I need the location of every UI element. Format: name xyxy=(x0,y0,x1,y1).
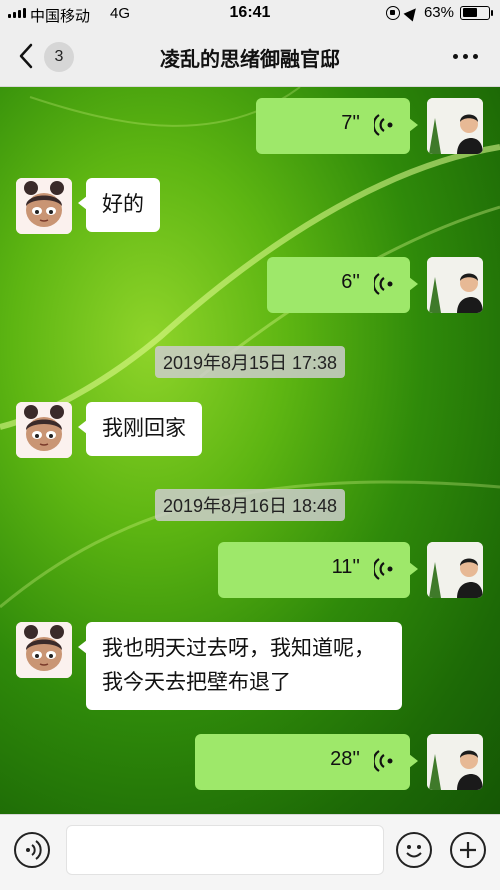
emoji-button[interactable] xyxy=(396,832,432,868)
contact-avatar[interactable] xyxy=(16,402,72,458)
message-text: 我也明天过去呀，我知道呢，我今天去把壁布退了 xyxy=(102,637,375,694)
voice-message-bubble[interactable]: 11'' xyxy=(218,542,418,598)
smile-icon xyxy=(406,845,422,858)
my-avatar[interactable] xyxy=(427,98,483,154)
voice-duration: 6'' xyxy=(341,271,360,293)
unread-count-badge[interactable]: 3 xyxy=(44,42,74,72)
chat-header: 3 凌乱的思绪御融官邸 xyxy=(0,28,500,87)
voice-duration: 11'' xyxy=(331,556,360,578)
chat-history[interactable]: 7'' 好的 6'' 2019年8月15日 17:38 我刚回家 2019年8月… xyxy=(0,87,500,814)
timestamp: 2019年8月15日 17:38 xyxy=(0,346,500,378)
cartoon-girl-avatar-icon xyxy=(16,622,72,678)
contact-avatar[interactable] xyxy=(16,178,72,234)
my-avatar[interactable] xyxy=(427,734,483,790)
voice-wave-icon xyxy=(374,750,393,772)
cartoon-girl-avatar-icon xyxy=(16,178,72,234)
battery-percent: 63% xyxy=(423,4,454,21)
text-message-bubble[interactable]: 我也明天过去呀，我知道呢，我今天去把壁布退了 xyxy=(78,622,402,710)
message-input-bar xyxy=(0,814,500,890)
back-button[interactable] xyxy=(18,43,38,69)
voice-wave-icon xyxy=(374,273,393,295)
battery-icon xyxy=(460,5,493,20)
plus-icon xyxy=(460,842,476,858)
contact-avatar[interactable] xyxy=(16,622,72,678)
voice-message-bubble[interactable]: 6'' xyxy=(267,257,418,313)
text-message-bubble[interactable]: 好的 xyxy=(78,178,160,232)
timestamp-label: 2019年8月15日 17:38 xyxy=(154,346,346,378)
man-avatar-icon xyxy=(427,98,483,154)
my-avatar[interactable] xyxy=(427,542,483,598)
cartoon-girl-avatar-icon xyxy=(16,402,72,458)
voice-duration: 7'' xyxy=(341,112,360,134)
message-text: 我刚回家 xyxy=(102,417,186,440)
voice-message-bubble[interactable]: 7'' xyxy=(256,98,418,154)
location-icon xyxy=(403,4,421,21)
chat-title: 凌乱的思绪御融官邸 xyxy=(160,49,340,71)
chevron-left-icon xyxy=(19,43,33,69)
timestamp-label: 2019年8月16日 18:48 xyxy=(154,489,346,521)
message-input[interactable] xyxy=(66,825,384,875)
my-avatar[interactable] xyxy=(427,257,483,313)
text-message-bubble[interactable]: 我刚回家 xyxy=(78,402,202,456)
voice-message-bubble[interactable]: 28'' xyxy=(195,734,418,790)
rotation-lock-icon xyxy=(385,5,400,20)
voice-wave-icon xyxy=(374,114,393,136)
man-avatar-icon xyxy=(427,734,483,790)
more-options-button[interactable] xyxy=(453,54,478,59)
man-avatar-icon xyxy=(427,257,483,313)
timestamp: 2019年8月16日 18:48 xyxy=(0,489,500,521)
status-bar: 中国移动 4G 16:41 63% xyxy=(0,0,500,28)
voice-duration: 28'' xyxy=(330,748,360,770)
message-text: 好的 xyxy=(102,193,144,216)
voice-wave-icon xyxy=(374,558,393,580)
voice-input-button[interactable] xyxy=(14,832,50,868)
man-avatar-icon xyxy=(427,542,483,598)
voice-mode-icon xyxy=(26,840,42,860)
more-features-button[interactable] xyxy=(450,832,486,868)
